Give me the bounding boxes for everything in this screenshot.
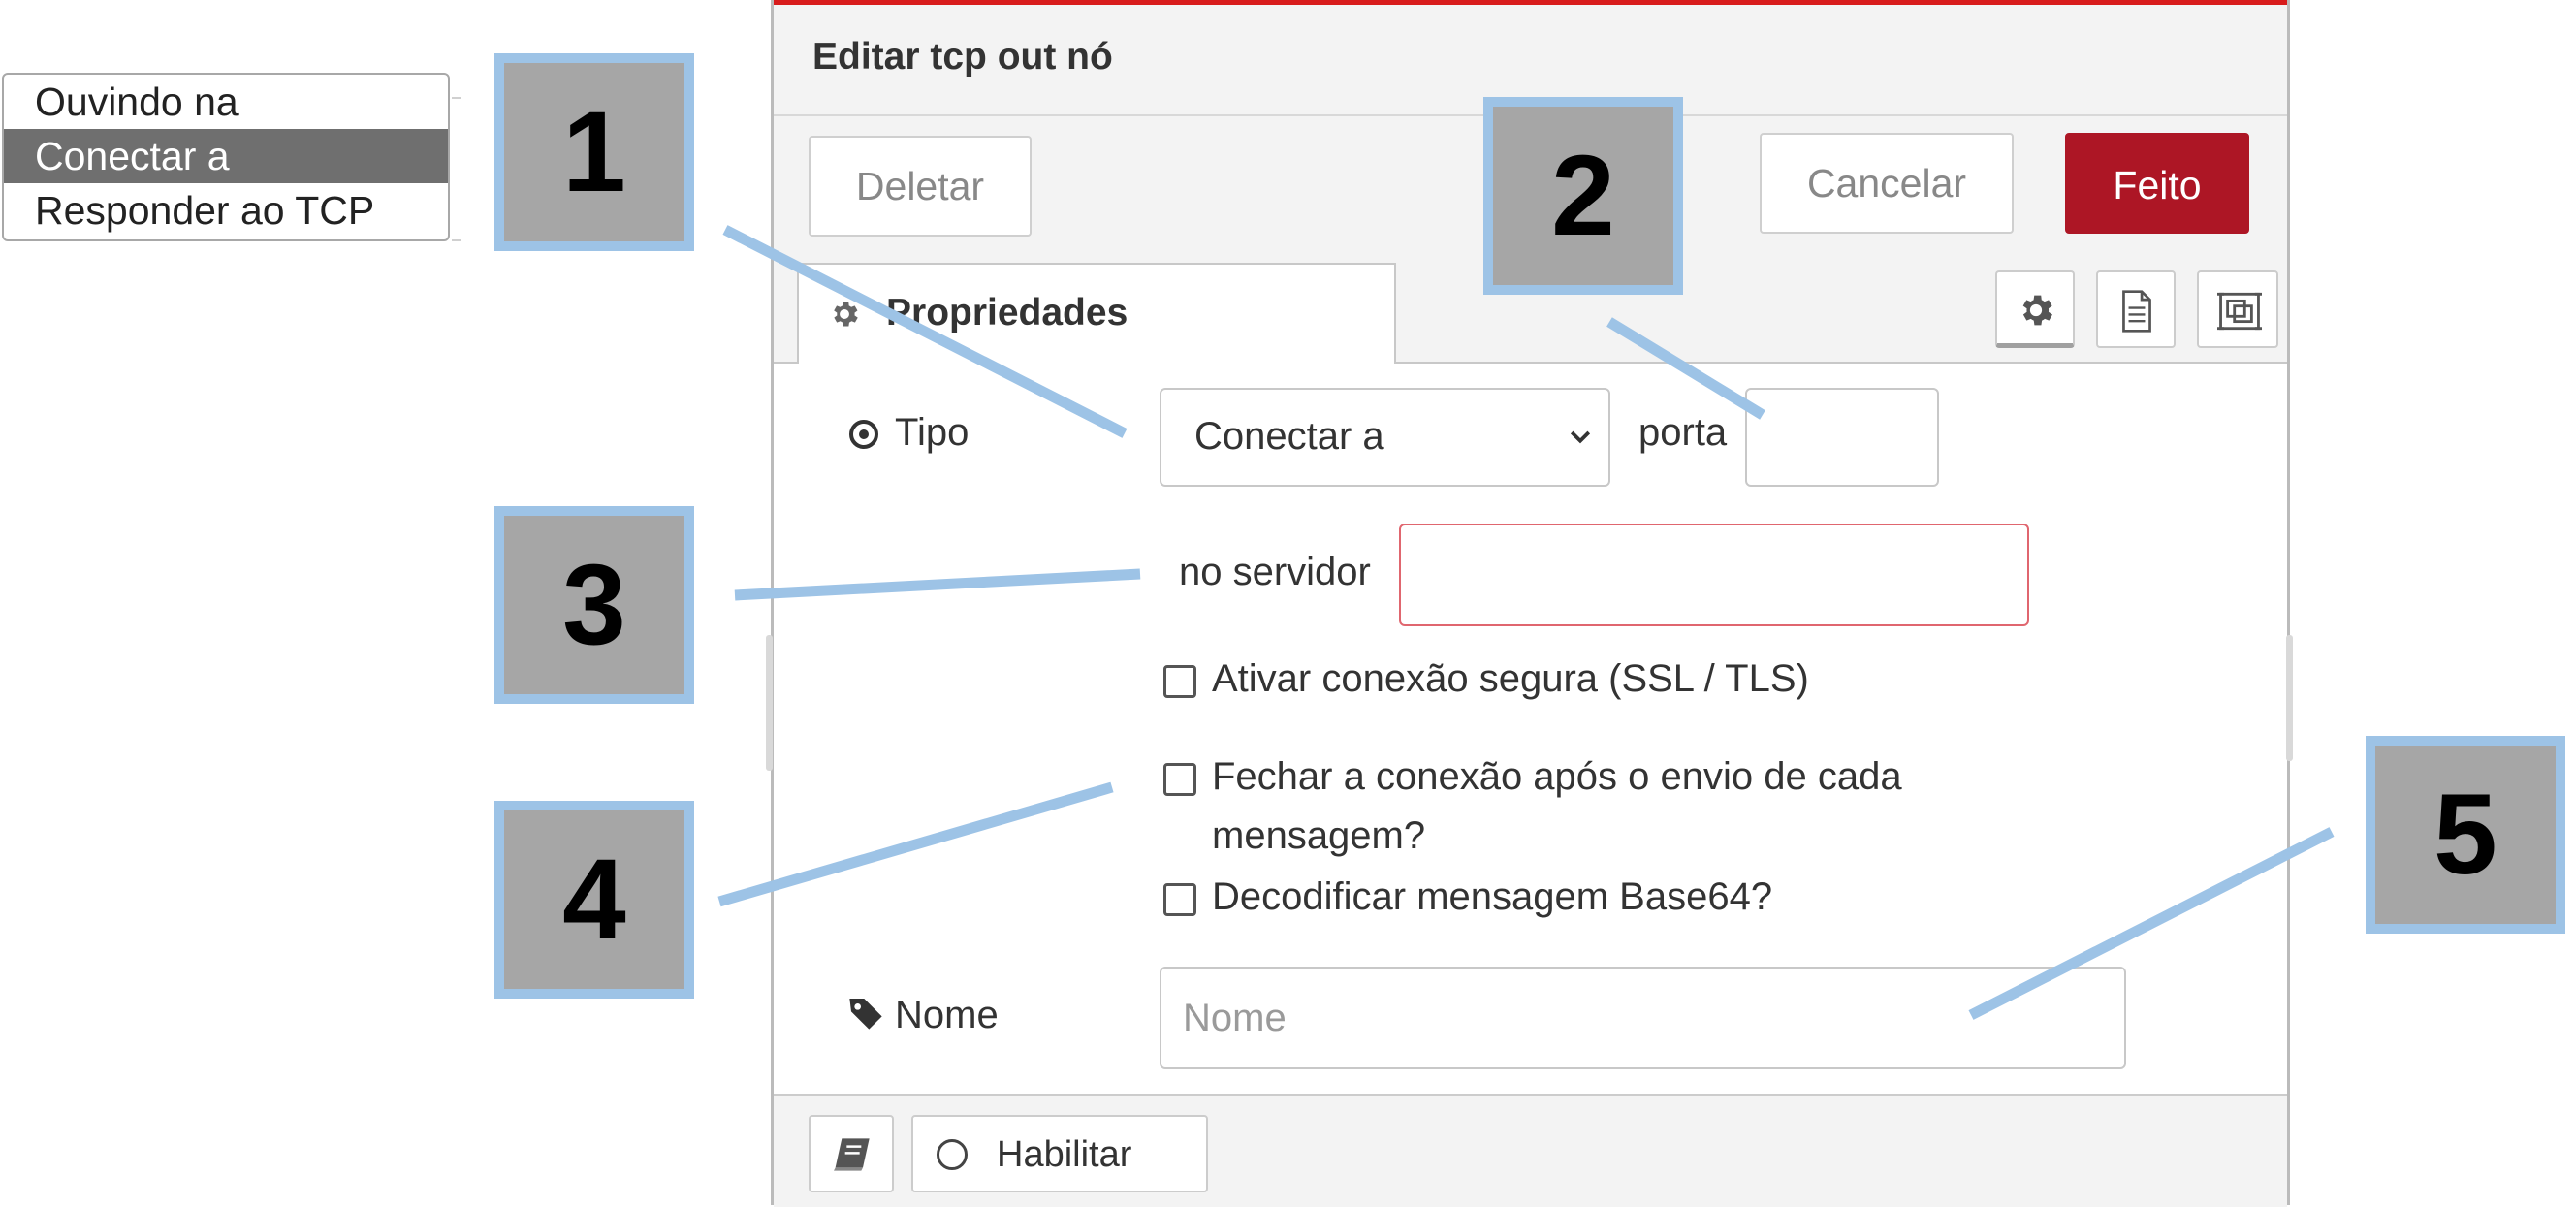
callout-line-2 <box>1606 317 1765 420</box>
callout-5: 5 <box>2366 736 2565 934</box>
callout-line-4 <box>717 781 1114 907</box>
callout-4: 4 <box>494 801 694 999</box>
callout-lines <box>717 225 2335 1020</box>
callout-3: 3 <box>494 506 694 704</box>
callout-line-3 <box>734 568 1141 601</box>
callout-line-1 <box>722 225 1128 438</box>
callout-1: 1 <box>494 53 694 251</box>
callout-line-5 <box>1968 827 2335 1020</box>
callout-2: 2 <box>1483 97 1683 295</box>
